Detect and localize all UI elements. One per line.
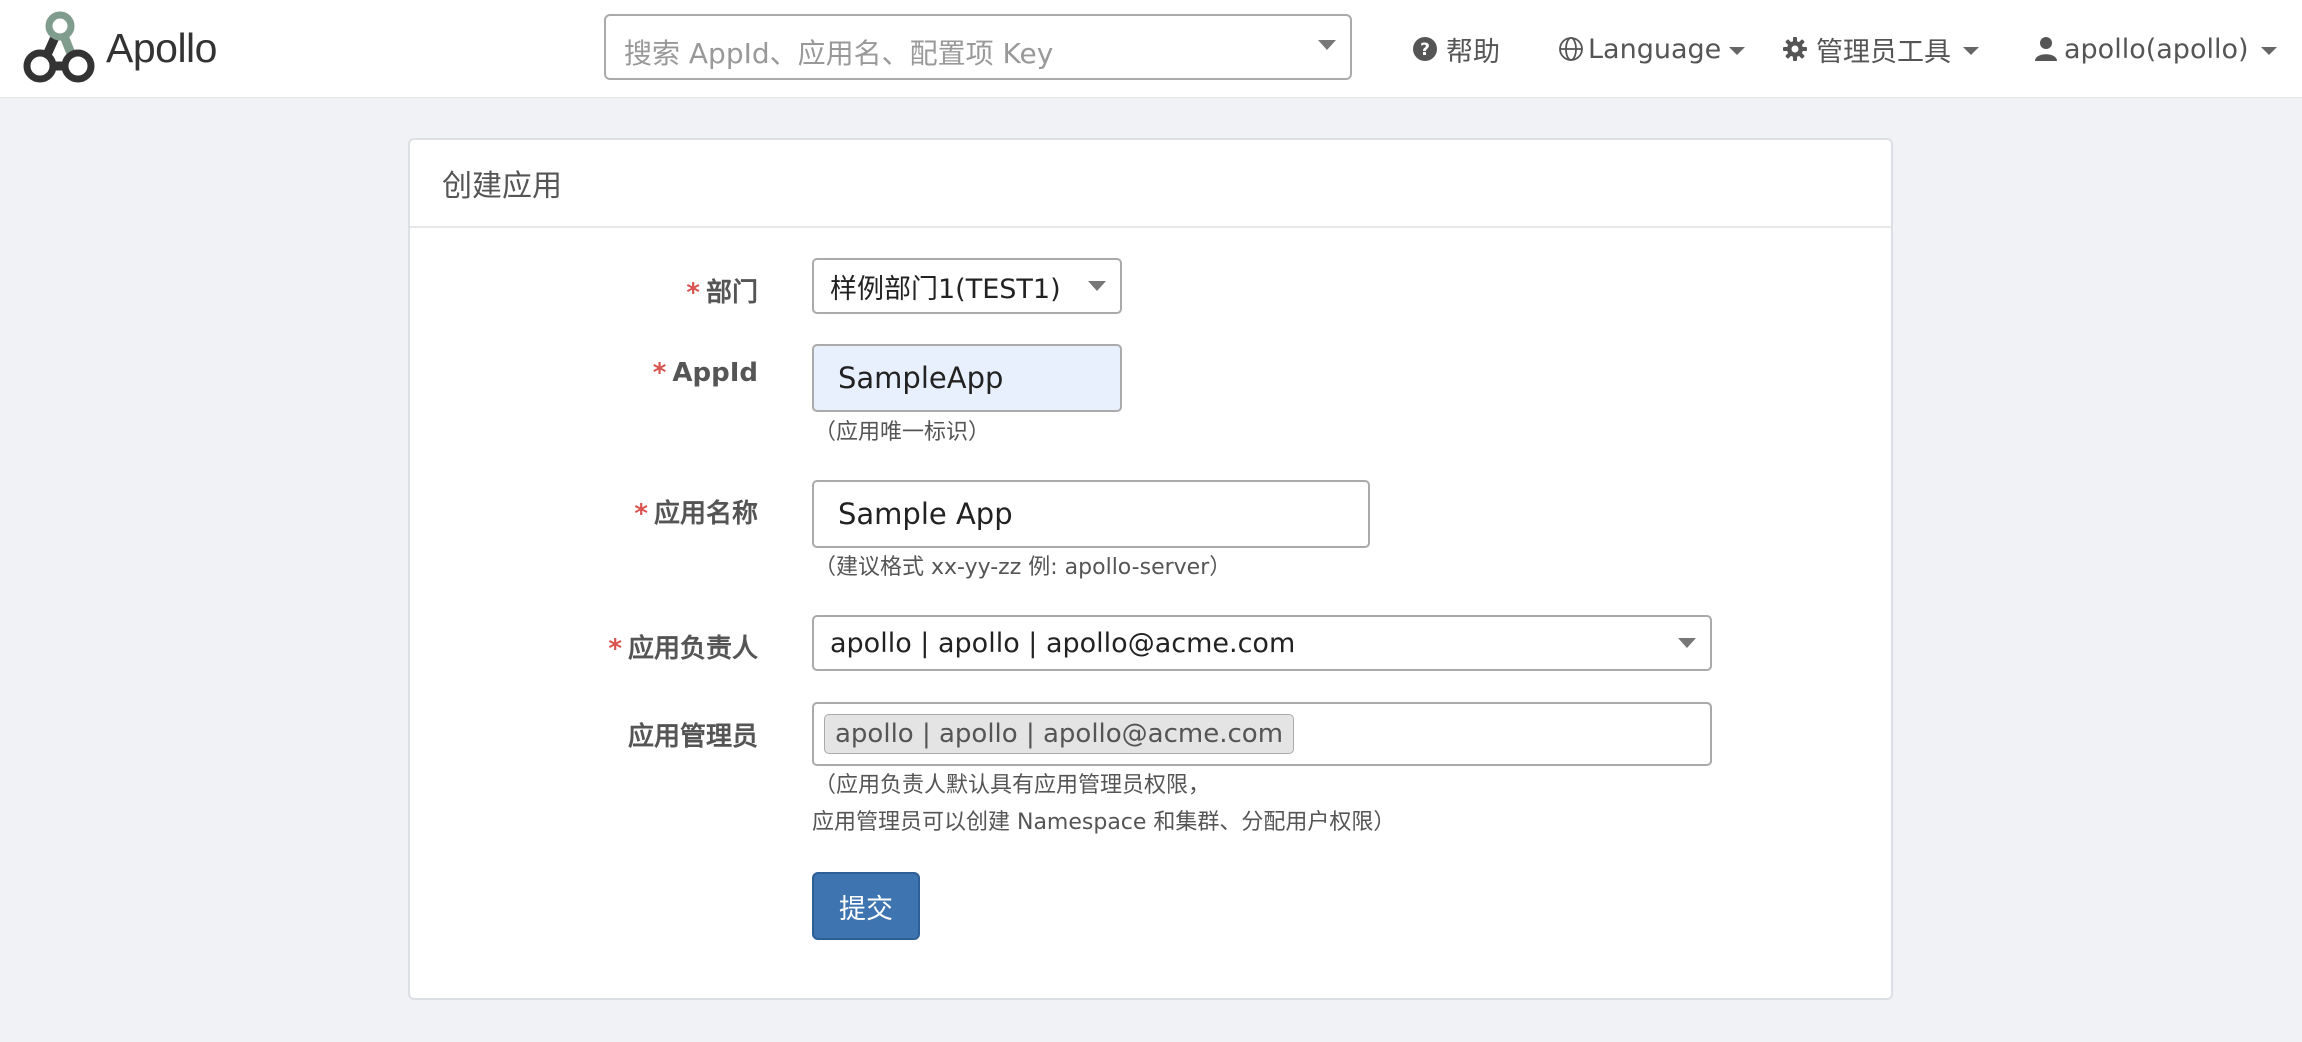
- department-select[interactable]: 样例部门1(TEST1): [812, 258, 1122, 314]
- brand-link[interactable]: Apollo: [20, 10, 217, 86]
- gear-icon: [1782, 36, 1808, 62]
- department-label: * 部门: [686, 278, 758, 308]
- required-marker: *: [686, 278, 700, 308]
- admin-tools-label: 管理员工具: [1816, 36, 1951, 68]
- app-name-input[interactable]: [814, 497, 1368, 531]
- apollo-logo-icon: [20, 10, 98, 86]
- owner-select[interactable]: apollo | apollo | apollo@acme.com: [812, 615, 1712, 671]
- language-label: Language: [1588, 33, 1722, 65]
- user-label: apollo(apollo): [2064, 33, 2249, 65]
- admins-multiselect[interactable]: apollo | apollo | apollo@acme.com: [812, 702, 1712, 766]
- app-name-label: * 应用名称: [634, 499, 758, 529]
- help-link[interactable]: ? 帮助: [1412, 0, 1500, 98]
- appid-input[interactable]: [814, 361, 1120, 395]
- language-menu[interactable]: Language: [1558, 0, 1746, 98]
- owner-selected-value: apollo | apollo | apollo@acme.com: [830, 627, 1296, 659]
- search-placeholder: 搜索 AppId、应用名、配置项 Key: [624, 37, 1054, 70]
- chevron-down-icon: [1088, 281, 1106, 291]
- department-selected-value: 样例部门1(TEST1): [830, 273, 1061, 305]
- admin-tag[interactable]: apollo | apollo | apollo@acme.com: [824, 714, 1295, 754]
- chevron-down-icon: [1678, 638, 1696, 648]
- appid-help-text: （应用唯一标识）: [814, 420, 991, 445]
- admins-label: 应用管理员: [627, 722, 758, 752]
- chevron-down-icon: [2260, 47, 2277, 55]
- owner-label: * 应用负责人: [608, 634, 758, 664]
- help-label: 帮助: [1446, 36, 1500, 68]
- search-dropdown-icon[interactable]: [1318, 40, 1336, 50]
- top-navbar: Apollo 搜索 AppId、应用名、配置项 Key ? 帮助 Languag…: [0, 0, 2302, 98]
- brand-name: Apollo: [106, 24, 217, 71]
- appid-field[interactable]: [812, 344, 1122, 412]
- question-circle-icon: ?: [1412, 36, 1438, 62]
- global-search-input[interactable]: 搜索 AppId、应用名、配置项 Key: [604, 14, 1352, 80]
- chevron-down-icon: [1729, 47, 1746, 55]
- admin-tools-menu[interactable]: 管理员工具: [1782, 0, 1979, 98]
- admins-help-line-1: （应用负责人默认具有应用管理员权限，: [814, 773, 1211, 798]
- required-marker: *: [634, 499, 648, 529]
- admins-help-line-2: 应用管理员可以创建 Namespace 和集群、分配用户权限）: [812, 810, 1396, 835]
- user-menu[interactable]: apollo(apollo): [2034, 0, 2277, 98]
- chevron-down-icon: [1963, 47, 1979, 55]
- globe-icon: [1558, 36, 1584, 62]
- required-marker: *: [608, 634, 622, 664]
- panel-title: 创建应用: [410, 140, 1891, 228]
- appid-label: * AppId: [652, 358, 758, 388]
- create-app-panel: 创建应用 *部门 样例部门1(TEST1) *AppId （应用唯一标识） *应…: [408, 138, 1893, 1000]
- app-name-field[interactable]: [812, 480, 1370, 548]
- submit-button[interactable]: 提交: [812, 872, 920, 940]
- required-marker: *: [652, 358, 667, 388]
- app-name-help-text: （建议格式 xx-yy-zz 例: apollo-server）: [814, 555, 1232, 580]
- user-icon: [2034, 36, 2058, 62]
- svg-text:?: ?: [1420, 40, 1430, 60]
